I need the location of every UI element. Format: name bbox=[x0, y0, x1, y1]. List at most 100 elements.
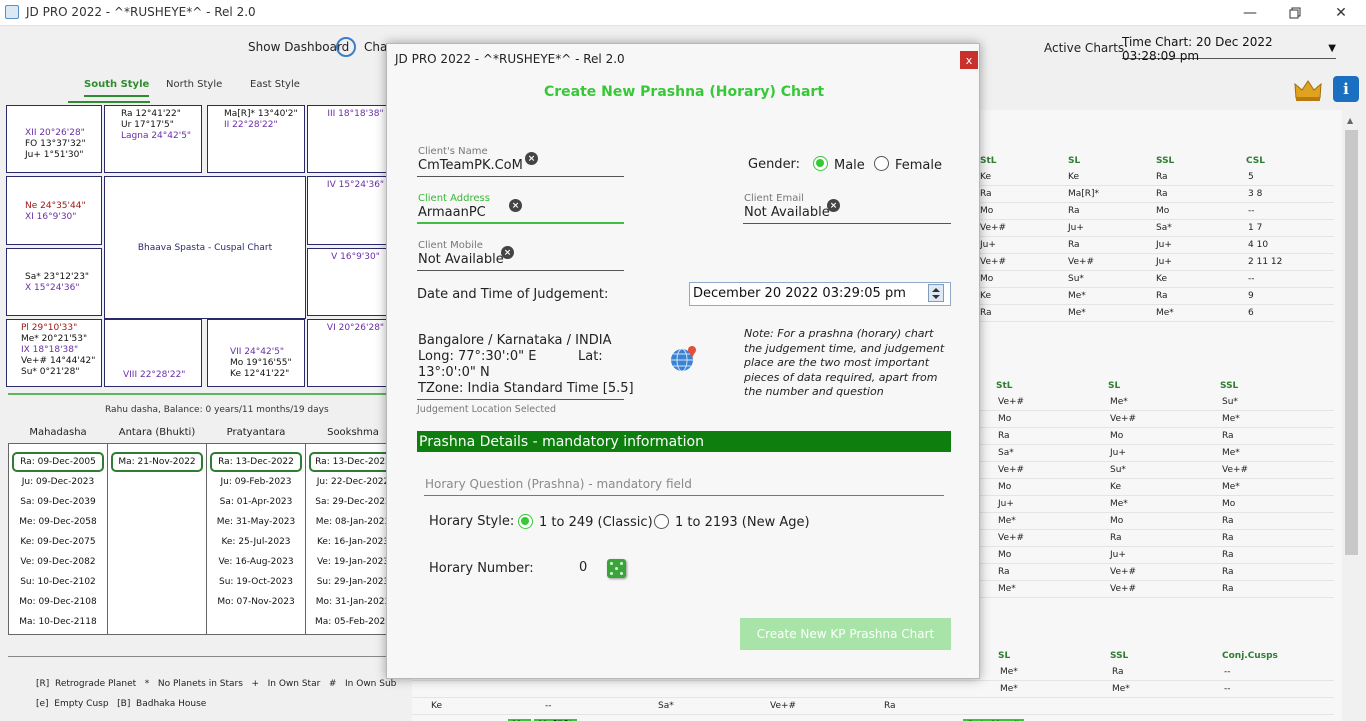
client-mobile-input[interactable]: Not Available bbox=[418, 252, 504, 267]
table-cell: Mo bbox=[980, 274, 994, 284]
dasha-period-row[interactable]: Ke: 09-Dec-2075 bbox=[9, 532, 107, 552]
info-button[interactable]: i bbox=[1333, 76, 1359, 102]
dashboard-gauge-icon[interactable] bbox=[336, 37, 356, 57]
dasha-period-row[interactable]: Ve: 16-Aug-2023 bbox=[207, 552, 305, 572]
table-cell: 9 bbox=[1248, 291, 1254, 301]
table-cell: Ju+ bbox=[998, 499, 1014, 509]
dice-random-icon[interactable] bbox=[607, 559, 626, 578]
legend-line-1: [R] Retrograde Planet * No Planets in St… bbox=[36, 679, 397, 689]
column-header: SSL bbox=[1156, 156, 1175, 166]
client-name-input[interactable]: CmTeamPK.CoM bbox=[418, 158, 523, 173]
column-header: CSL bbox=[1246, 156, 1265, 166]
clear-address-icon[interactable]: × bbox=[509, 199, 522, 212]
dasha-period-row[interactable]: Sa: 09-Dec-2039 bbox=[9, 492, 107, 512]
chart-house-cell: XII 20°26'28" FO 13°37'32" Ju+ 1°51'30" bbox=[6, 105, 102, 173]
spin-down-icon[interactable] bbox=[932, 295, 940, 299]
horary-question-input[interactable]: Horary Question (Prashna) - mandatory fi… bbox=[425, 477, 692, 491]
table-cell: Ke bbox=[980, 172, 991, 182]
clear-mobile-icon[interactable]: × bbox=[501, 246, 514, 259]
table-cell: Ju+ bbox=[1156, 240, 1172, 250]
gender-male-radio[interactable] bbox=[813, 156, 828, 171]
clear-name-icon[interactable]: × bbox=[525, 152, 538, 165]
restore-icon bbox=[1289, 7, 1301, 19]
dasha-period-row[interactable]: Ra: 09-Dec-2005 bbox=[12, 452, 104, 472]
dasha-period-row[interactable]: Me: 31-May-2023 bbox=[207, 512, 305, 532]
chart-house-cell: Ma[R]* 13°40'2" II 22°28'22" bbox=[207, 105, 305, 173]
dasha-period-row[interactable]: Mo: 07-Nov-2023 bbox=[207, 592, 305, 612]
dasha-period-row[interactable]: Ma: 21-Nov-2022 bbox=[111, 452, 203, 472]
style-newage-radio[interactable] bbox=[654, 514, 669, 529]
chart-planet-entry: II 22°28'22" bbox=[224, 120, 278, 130]
tab-south-style[interactable]: South Style bbox=[84, 79, 150, 97]
dasha-period-row[interactable]: Su: 10-Dec-2102 bbox=[9, 572, 107, 592]
dasha-period-row[interactable]: Mo: 09-Dec-2108 bbox=[9, 592, 107, 612]
style-newage-label[interactable]: 1 to 2193 (New Age) bbox=[675, 515, 810, 530]
table-cell: Ve+# bbox=[998, 465, 1025, 475]
table-cell: Mo bbox=[1110, 516, 1124, 526]
judgement-datetime-picker[interactable]: December 20 2022 03:29:05 pm bbox=[689, 282, 951, 306]
dasha-period-row[interactable]: Sa: 01-Apr-2023 bbox=[207, 492, 305, 512]
dasha-period-row[interactable]: Ra: 13-Dec-2022 bbox=[309, 452, 397, 472]
crown-icon[interactable] bbox=[1293, 78, 1323, 102]
table-cell: Ra bbox=[1112, 667, 1124, 677]
close-window-button[interactable]: ✕ bbox=[1318, 2, 1364, 24]
tab-east-style[interactable]: East Style bbox=[250, 79, 300, 90]
table-cell: -- bbox=[1224, 684, 1231, 694]
restore-button[interactable] bbox=[1272, 2, 1318, 24]
chart-planet-entry: Ur 17°17'5" bbox=[121, 120, 174, 130]
question-underline bbox=[424, 495, 944, 496]
active-tab-underline bbox=[68, 101, 150, 103]
clear-email-icon[interactable]: × bbox=[827, 199, 840, 212]
table-cell: Me* bbox=[1000, 667, 1018, 677]
dasha-period-row[interactable]: Me: 09-Dec-2058 bbox=[9, 512, 107, 532]
create-prashna-chart-button[interactable]: Create New KP Prashna Chart bbox=[740, 618, 951, 650]
globe-location-icon[interactable] bbox=[669, 344, 699, 372]
location-caption: Judgement Location Selected bbox=[417, 404, 556, 415]
chart-center-title: Bhaava Spasta - Cuspal Chart bbox=[104, 176, 306, 319]
style-classic-label[interactable]: 1 to 249 (Classic) bbox=[539, 515, 653, 530]
gender-female-radio[interactable] bbox=[874, 156, 889, 171]
table-cell: Ra bbox=[1110, 533, 1122, 543]
dasha-period-row[interactable]: Ju: 09-Dec-2023 bbox=[9, 472, 107, 492]
tab-north-style[interactable]: North Style bbox=[166, 79, 222, 90]
spin-up-icon[interactable] bbox=[932, 288, 940, 292]
dasha-period-row[interactable]: Ju: 09-Feb-2023 bbox=[207, 472, 305, 492]
chart-planet-entry: Me* 20°21'53" bbox=[21, 334, 88, 344]
show-dashboard-label[interactable]: Show Dashboard bbox=[248, 40, 349, 54]
table-cell: Mo bbox=[980, 206, 994, 216]
table-cell: Ra bbox=[1068, 206, 1080, 216]
location-underline bbox=[417, 399, 624, 400]
table-cell: Me* bbox=[1156, 308, 1174, 318]
gender-male-label[interactable]: Male bbox=[834, 158, 865, 173]
column-header: SSL bbox=[1110, 651, 1129, 661]
active-chart-select[interactable]: Time Chart: 20 Dec 2022 03:28:09 pm ▼ bbox=[1122, 35, 1336, 63]
style-classic-radio[interactable] bbox=[518, 514, 533, 529]
table-cell: Ra bbox=[1156, 172, 1168, 182]
dasha-period-row[interactable]: Ve: 09-Dec-2082 bbox=[9, 552, 107, 572]
dasha-period-row[interactable]: Su: 19-Oct-2023 bbox=[207, 572, 305, 592]
minimize-button[interactable]: — bbox=[1227, 2, 1273, 24]
table-cell: -- bbox=[545, 701, 552, 711]
scroll-up-icon[interactable]: ▲ bbox=[1347, 116, 1353, 125]
gender-female-label[interactable]: Female bbox=[895, 158, 942, 173]
table-cell: Me* bbox=[1110, 499, 1128, 509]
table-cell: 4 10 bbox=[1248, 240, 1269, 250]
client-email-input[interactable]: Not Available bbox=[744, 205, 830, 220]
chart-planet-entry: Pl 29°10'33" bbox=[21, 323, 78, 333]
location-latitude-label: Lat: bbox=[578, 349, 603, 364]
chart-planet-entry: XII 20°26'28" bbox=[25, 128, 85, 138]
dasha-period-row[interactable]: Ra: 13-Dec-2022 bbox=[210, 452, 302, 472]
dasha-period-row[interactable]: Ke: 25-Jul-2023 bbox=[207, 532, 305, 552]
dasha-balance: Rahu dasha, Balance: 0 years/11 months/1… bbox=[105, 405, 329, 415]
dasha-period-row[interactable]: Ma: 10-Dec-2118 bbox=[9, 612, 107, 632]
table-cell: -- bbox=[1248, 206, 1255, 216]
dialog-close-button[interactable]: x bbox=[960, 51, 978, 69]
client-address-input[interactable]: ArmaanPC bbox=[418, 205, 486, 220]
datetime-spinner[interactable] bbox=[928, 284, 944, 302]
mahadasha-header: Mahadasha bbox=[29, 427, 87, 438]
pratyantara-column: Ra: 13-Dec-2022 Ju: 09-Feb-2023 Sa: 01-Apr… bbox=[206, 443, 306, 635]
scrollbar-thumb[interactable] bbox=[1345, 130, 1358, 555]
table-row: Ke -- Sa* Ve+# Ra bbox=[412, 698, 1334, 715]
table-cell: Me* bbox=[1068, 291, 1086, 301]
table-cell: Ve+# bbox=[998, 397, 1025, 407]
